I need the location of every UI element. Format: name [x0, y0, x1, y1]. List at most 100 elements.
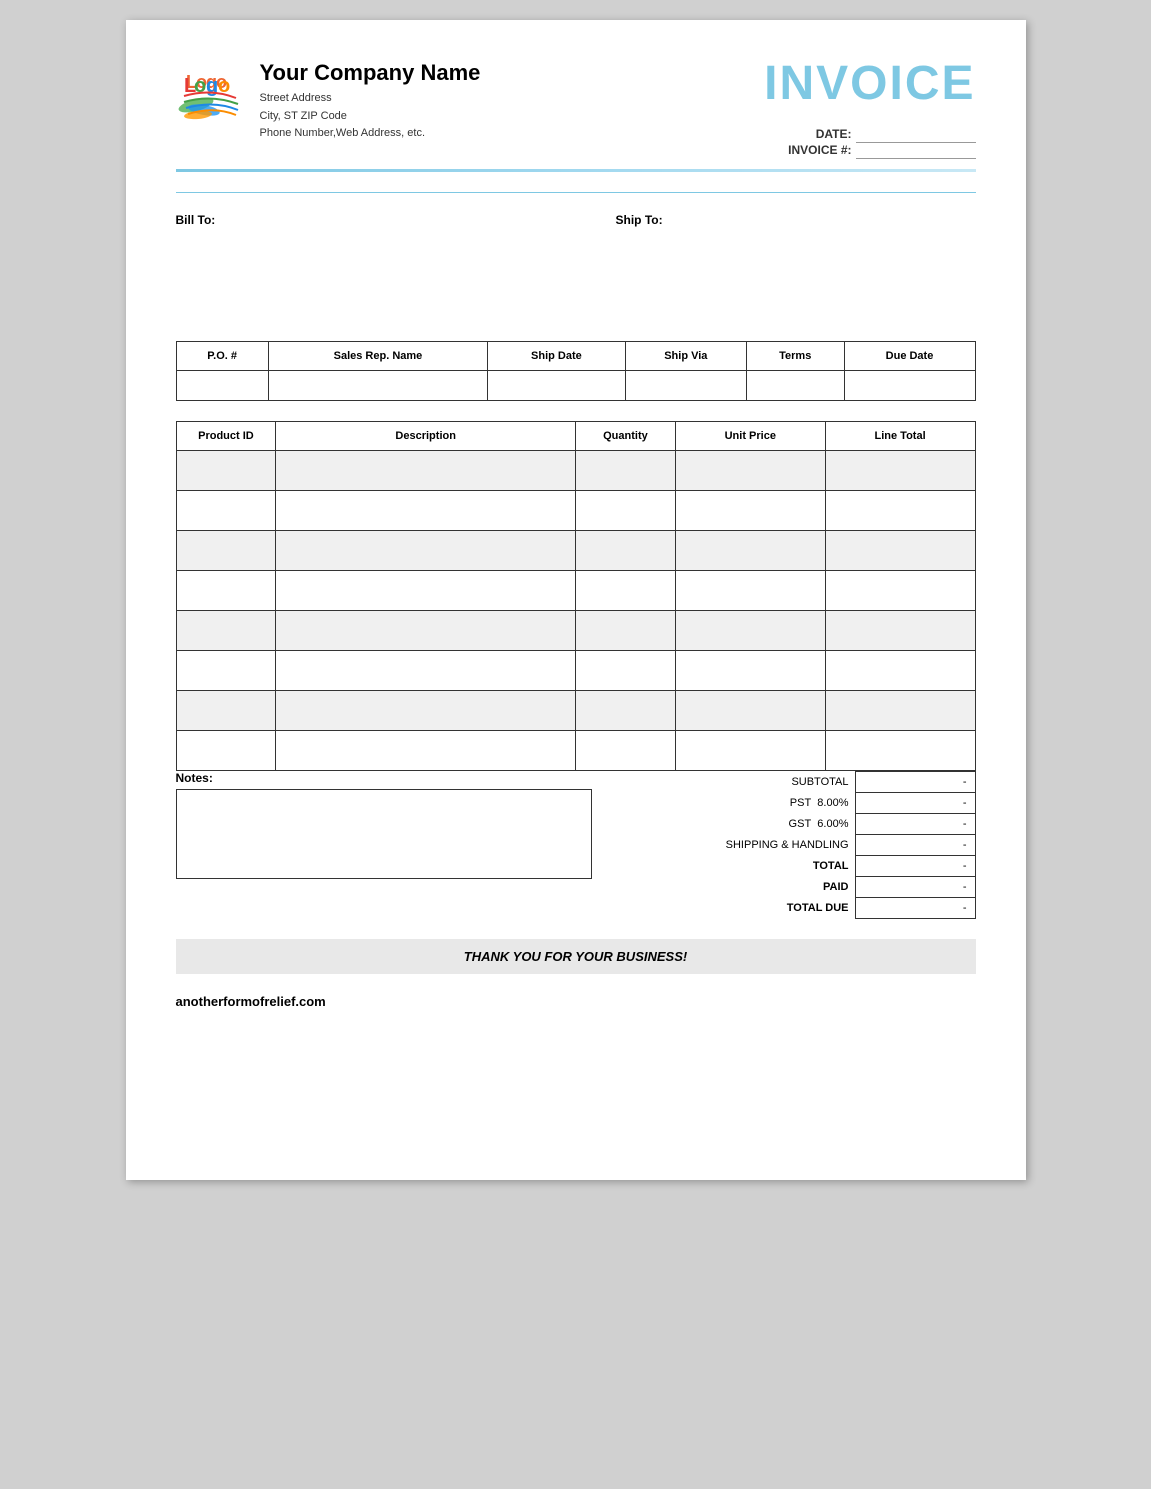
item-product-id[interactable]: [176, 490, 276, 530]
item-description[interactable]: [276, 690, 576, 730]
item-product-id[interactable]: [176, 650, 276, 690]
item-line-total[interactable]: [825, 730, 975, 770]
col-terms: Terms: [746, 341, 844, 370]
order-ship-date[interactable]: [488, 370, 626, 400]
item-quantity[interactable]: [576, 570, 676, 610]
notes-section: Notes:: [176, 771, 592, 879]
invoice-page: Logo L o g o Your C: [126, 20, 1026, 1180]
col-ship-date: Ship Date: [488, 341, 626, 370]
notes-input[interactable]: [176, 789, 592, 879]
item-product-id[interactable]: [176, 730, 276, 770]
item-line-total[interactable]: [825, 570, 975, 610]
item-product-id[interactable]: [176, 530, 276, 570]
table-row: [176, 490, 975, 530]
item-description[interactable]: [276, 610, 576, 650]
header-left: Logo L o g o Your C: [176, 60, 481, 143]
invoice-title: INVOICE: [764, 60, 975, 108]
item-unit-price[interactable]: [675, 690, 825, 730]
item-quantity[interactable]: [576, 610, 676, 650]
order-sales-rep[interactable]: [268, 370, 487, 400]
invoice-meta: DATE: INVOICE #:: [764, 126, 975, 159]
pst-label-rate: PST 8.00%: [624, 792, 856, 813]
header-right: INVOICE DATE: INVOICE #:: [764, 60, 975, 159]
item-quantity[interactable]: [576, 730, 676, 770]
col-line-total: Line Total: [825, 421, 975, 450]
gst-value: -: [855, 813, 975, 834]
header-divider2: [176, 192, 976, 193]
col-unit-price: Unit Price: [675, 421, 825, 450]
item-line-total[interactable]: [825, 690, 975, 730]
bill-to-address[interactable]: [176, 231, 536, 311]
item-unit-price[interactable]: [675, 570, 825, 610]
item-unit-price[interactable]: [675, 490, 825, 530]
item-quantity[interactable]: [576, 530, 676, 570]
item-product-id[interactable]: [176, 690, 276, 730]
item-quantity[interactable]: [576, 450, 676, 490]
shipping-value: -: [855, 834, 975, 855]
order-due-date[interactable]: [844, 370, 975, 400]
paid-value: -: [855, 876, 975, 897]
table-row: [176, 650, 975, 690]
item-description[interactable]: [276, 570, 576, 610]
col-description: Description: [276, 421, 576, 450]
thank-you-text: THANK YOU FOR YOUR BUSINESS!: [464, 949, 687, 964]
table-row: [176, 530, 975, 570]
item-quantity[interactable]: [576, 650, 676, 690]
item-line-total[interactable]: [825, 610, 975, 650]
order-po-num[interactable]: [176, 370, 268, 400]
order-terms[interactable]: [746, 370, 844, 400]
table-row: [176, 730, 975, 770]
col-due-date: Due Date: [844, 341, 975, 370]
item-line-total[interactable]: [825, 530, 975, 570]
invoice-num-value[interactable]: [856, 142, 976, 158]
item-product-id[interactable]: [176, 450, 276, 490]
item-description[interactable]: [276, 450, 576, 490]
item-unit-price[interactable]: [675, 730, 825, 770]
item-unit-price[interactable]: [675, 610, 825, 650]
subtotal-label: SUBTOTAL: [624, 771, 856, 792]
item-description[interactable]: [276, 490, 576, 530]
item-description[interactable]: [276, 530, 576, 570]
shipping-label: SHIPPING & HANDLING: [624, 834, 856, 855]
logo: Logo L o g o: [176, 60, 246, 130]
pst-value: -: [855, 792, 975, 813]
col-quantity: Quantity: [576, 421, 676, 450]
invoice-num-label: INVOICE #:: [784, 142, 855, 158]
item-unit-price[interactable]: [675, 530, 825, 570]
header-section: Logo L o g o Your C: [176, 60, 976, 159]
item-quantity[interactable]: [576, 490, 676, 530]
bill-ship-section: Bill To: Ship To:: [176, 213, 976, 311]
item-line-total[interactable]: [825, 450, 975, 490]
thank-you-bar: THANK YOU FOR YOUR BUSINESS!: [176, 939, 976, 974]
date-value[interactable]: [856, 126, 976, 142]
item-line-total[interactable]: [825, 490, 975, 530]
table-row: [176, 450, 975, 490]
item-description[interactable]: [276, 730, 576, 770]
table-row: [176, 610, 975, 650]
order-ship-via[interactable]: [625, 370, 746, 400]
total-due-label: TOTAL DUE: [624, 897, 856, 918]
order-info-table: P.O. # Sales Rep. Name Ship Date Ship Vi…: [176, 341, 976, 401]
item-product-id[interactable]: [176, 570, 276, 610]
bottom-section: Notes: SUBTOTAL - PST 8.00% - GST 6.00%: [176, 771, 976, 919]
item-unit-price[interactable]: [675, 650, 825, 690]
item-product-id[interactable]: [176, 610, 276, 650]
paid-label: PAID: [624, 876, 856, 897]
ship-to-address[interactable]: [616, 231, 976, 311]
phone-web: Phone Number,Web Address, etc.: [260, 125, 481, 143]
item-unit-price[interactable]: [675, 450, 825, 490]
street-address: Street Address: [260, 90, 481, 108]
date-label: DATE:: [784, 126, 855, 142]
bill-to-label: Bill To:: [176, 213, 536, 227]
site-footer: anotherformofrelief.com: [176, 994, 976, 1009]
item-line-total[interactable]: [825, 650, 975, 690]
bill-to-section: Bill To:: [176, 213, 536, 311]
item-quantity[interactable]: [576, 690, 676, 730]
total-label: TOTAL: [624, 855, 856, 876]
ship-to-label: Ship To:: [616, 213, 976, 227]
col-ship-via: Ship Via: [625, 341, 746, 370]
site-url: anotherformofrelief.com: [176, 994, 326, 1009]
ship-to-section: Ship To:: [616, 213, 976, 311]
item-description[interactable]: [276, 650, 576, 690]
notes-label: Notes:: [176, 771, 592, 785]
